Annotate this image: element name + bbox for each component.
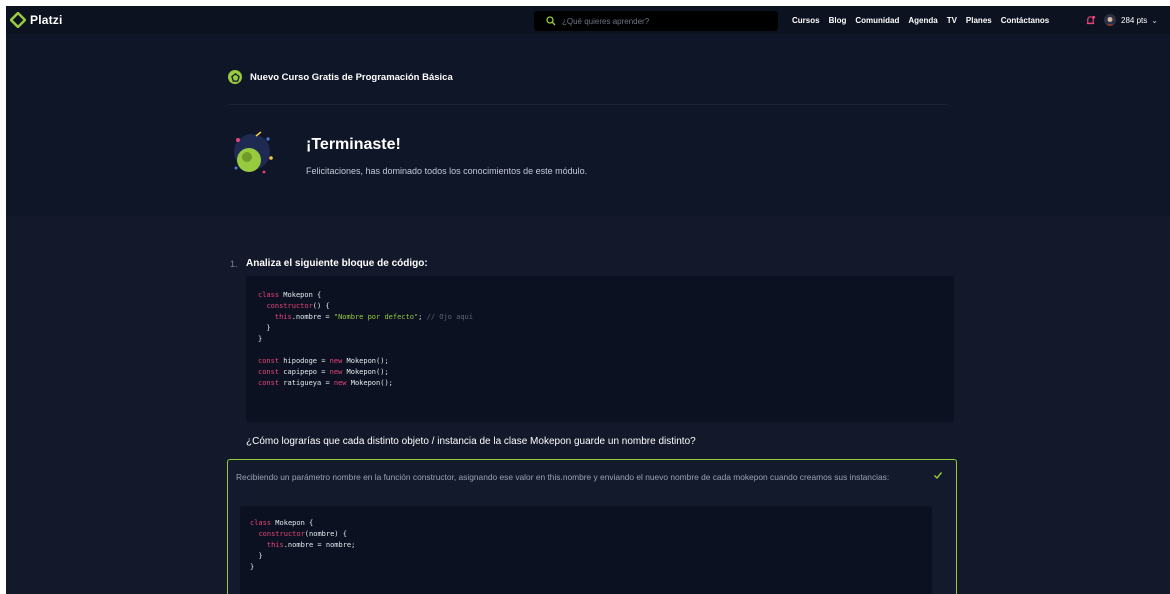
code-token: Mokepon { [283, 291, 322, 299]
code-token: } [258, 335, 263, 343]
nav-link-comunidad[interactable]: Comunidad [855, 16, 899, 25]
code-token: } [258, 324, 271, 332]
code-token: Mokepon(); [346, 357, 389, 365]
code-line: const ratigueya = new Mokepon(); [258, 378, 954, 389]
completion-subtitle: Felicitaciones, has dominado todos los c… [306, 166, 588, 176]
code-line: this.nombre = nombre; [250, 540, 932, 551]
code-token: Mokepon(); [346, 368, 389, 376]
code-token: "Nombre por defecto" [333, 313, 419, 321]
user-avatar[interactable] [1104, 14, 1116, 26]
code-line: } [250, 551, 932, 562]
brand-name: Platzi [30, 13, 63, 27]
question-prompt: Analiza el siguiente bloque de código: [246, 258, 428, 269]
course-header: Nuevo Curso Gratis de Programación Básic… [6, 34, 1170, 216]
code-token: capipepo = [283, 368, 330, 376]
code-line: this.nombre = "Nombre por defecto"; // O… [258, 312, 954, 323]
nav-link-contactanos[interactable]: Contáctanos [1001, 16, 1049, 25]
code-token: this [266, 541, 284, 549]
code-token: } [250, 563, 255, 571]
code-token: new [333, 379, 351, 387]
notification-bell-icon[interactable] [1085, 15, 1096, 26]
code-line: constructor() { [258, 301, 954, 312]
search-placeholder: ¿Qué quieres aprender? [562, 16, 650, 26]
chevron-down-icon[interactable]: ⌄ [1151, 16, 1158, 25]
answer-code-block: class Mokepon { constructor(nombre) { th… [240, 506, 932, 594]
code-token: new [329, 368, 347, 376]
code-token: ; [418, 313, 427, 321]
app-frame: Platzi ¿Qué quieres aprender? Cursos Blo… [6, 6, 1170, 594]
code-token: this [274, 313, 292, 321]
top-navbar: Platzi ¿Qué quieres aprender? Cursos Blo… [6, 6, 1170, 34]
header-divider [228, 104, 948, 105]
code-line: const hipodoge = new Mokepon(); [258, 356, 954, 367]
nav-link-planes[interactable]: Planes [966, 16, 992, 25]
nav-link-cursos[interactable]: Cursos [792, 16, 820, 25]
code-token: class [258, 291, 284, 299]
points-counter[interactable]: 284 pts [1121, 16, 1147, 25]
code-token: ratigueya = [283, 379, 334, 387]
platzi-logo-icon [10, 12, 26, 28]
nav-link-blog[interactable]: Blog [829, 16, 847, 25]
code-token: // Ojo aquí [426, 313, 473, 321]
code-line: class Mokepon { [250, 518, 932, 529]
code-token: const [258, 379, 284, 387]
user-area: 284 pts ⌄ [1085, 6, 1158, 34]
code-token: } [250, 552, 263, 560]
code-line: } [250, 562, 932, 573]
code-token: constructor [258, 530, 305, 538]
question-text: ¿Cómo lograrías que cada distinto objeto… [246, 436, 696, 447]
code-line: constructor(nombre) { [250, 529, 932, 540]
code-token: Mokepon { [275, 519, 314, 527]
question-number: 1. [230, 259, 238, 269]
nav-links: Cursos Blog Comunidad Agenda TV Planes C… [792, 6, 1058, 34]
code-token: Mokepon(); [350, 379, 393, 387]
code-line: const capipepo = new Mokepon(); [258, 367, 954, 378]
code-line: } [258, 334, 954, 345]
trophy-illustration-icon [234, 131, 273, 174]
answer-option-correct[interactable]: Recibiendo un parámetro nombre en la fun… [227, 459, 957, 594]
question-code-block: class Mokepon { constructor() { this.nom… [246, 276, 954, 422]
course-title: Nuevo Curso Gratis de Programación Básic… [250, 71, 453, 83]
code-line: } [258, 323, 954, 334]
code-token: new [329, 357, 347, 365]
code-token: constructor [266, 302, 313, 310]
nav-link-tv[interactable]: TV [947, 16, 957, 25]
answer-text: Recibiendo un parámetro nombre en la fun… [236, 472, 890, 482]
course-badge-icon [228, 70, 242, 84]
code-token: class [250, 519, 276, 527]
avatar-image [1105, 17, 1115, 26]
check-icon [934, 472, 943, 480]
code-line: class Mokepon { [258, 290, 954, 301]
code-token: .nombre = [291, 313, 334, 321]
code-token: (nombre) { [304, 530, 347, 538]
course-title-row[interactable]: Nuevo Curso Gratis de Programación Básic… [228, 70, 453, 84]
search-input[interactable]: ¿Qué quieres aprender? [534, 11, 778, 31]
search-icon [546, 16, 556, 26]
code-token: .nombre = nombre; [283, 541, 356, 549]
code-token: hipodoge = [283, 357, 330, 365]
code-token: const [258, 357, 284, 365]
code-token: () { [312, 302, 330, 310]
platzi-logo[interactable]: Platzi [10, 6, 63, 34]
completion-title: ¡Terminaste! [306, 136, 401, 153]
code-token: const [258, 368, 284, 376]
nav-link-agenda[interactable]: Agenda [908, 16, 937, 25]
